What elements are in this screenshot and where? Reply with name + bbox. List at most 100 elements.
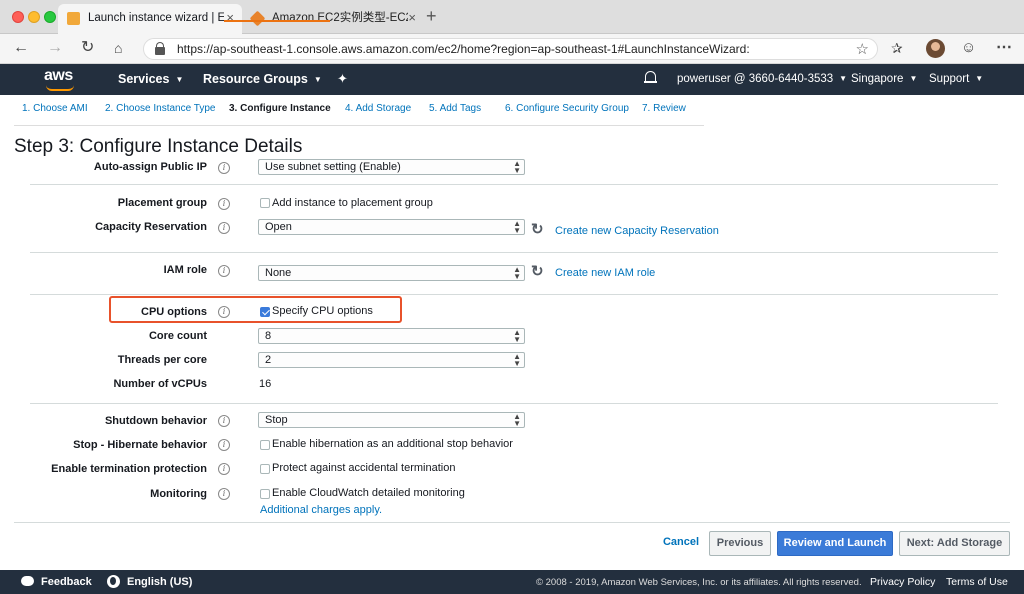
lock-icon <box>155 42 165 55</box>
threads-per-core-select[interactable]: 2 ▲ ▼ <box>258 352 525 368</box>
additional-charges-link[interactable]: Additional charges apply. <box>260 504 382 516</box>
browser-tab-ec2-types[interactable]: Amazon EC2实例类型-EC2虚拟 × <box>242 4 424 34</box>
info-icon[interactable]: i <box>218 306 230 318</box>
close-window-button[interactable] <box>12 11 24 23</box>
url-text: https://ap-southeast-1.console.aws.amazo… <box>177 42 750 56</box>
section-divider <box>30 294 998 295</box>
favorites-icon[interactable]: ✰ <box>891 39 903 57</box>
account-menu[interactable]: poweruser @ 3660-6440-3533 ▼ <box>677 73 847 85</box>
create-iam-role-link[interactable]: Create new IAM role <box>555 267 655 279</box>
core-count-select[interactable]: 8 ▲ ▼ <box>258 328 525 344</box>
public-ip-select[interactable]: Use subnet setting (Enable) ▲ ▼ <box>258 159 525 175</box>
vcpus-label: Number of vCPUs <box>113 378 207 390</box>
info-icon[interactable]: i <box>218 198 230 210</box>
hibernation-checkbox[interactable] <box>260 440 270 450</box>
language-selector[interactable]: English (US) <box>127 576 192 588</box>
close-tab-icon[interactable]: × <box>226 4 234 32</box>
maximize-window-button[interactable] <box>44 11 56 23</box>
browser-tab-launch-wizard[interactable]: Launch instance wizard | EC2 Ma × <box>58 4 242 34</box>
create-capacity-reservation-link[interactable]: Create new Capacity Reservation <box>555 225 719 237</box>
cancel-button[interactable]: Cancel <box>656 531 706 556</box>
step-choose-instance-type[interactable]: 2. Choose Instance Type <box>105 103 215 114</box>
tab-title: Amazon EC2实例类型-EC2虚拟 <box>272 12 408 24</box>
close-tab-icon[interactable]: × <box>408 4 416 32</box>
emoji-icon[interactable]: ☺ <box>961 39 976 57</box>
steps-divider <box>14 125 704 126</box>
feedback-link[interactable]: Feedback <box>41 576 92 588</box>
step-configure-security-group[interactable]: 6. Configure Security Group <box>505 103 629 114</box>
vcpus-value: 16 <box>259 378 272 390</box>
terms-of-use-link[interactable]: Terms of Use <box>946 576 1008 588</box>
forward-arrow-icon[interactable]: → <box>47 39 63 57</box>
step-configure-instance[interactable]: 3. Configure Instance <box>229 103 331 114</box>
privacy-policy-link[interactable]: Privacy Policy <box>870 576 935 588</box>
info-icon[interactable]: i <box>218 415 230 427</box>
select-arrows-icon: ▲ ▼ <box>513 219 521 235</box>
shutdown-behavior-select[interactable]: Stop ▲ ▼ <box>258 412 525 428</box>
info-icon[interactable]: i <box>218 162 230 174</box>
review-and-launch-button[interactable]: Review and Launch <box>777 531 893 556</box>
info-icon[interactable]: i <box>218 222 230 234</box>
resource-groups-menu[interactable]: Resource Groups ▼ <box>203 72 322 86</box>
notifications-bell-icon[interactable] <box>644 70 657 85</box>
feedback-bubble-icon <box>21 576 34 586</box>
previous-button[interactable]: Previous <box>709 531 771 556</box>
info-icon[interactable]: i <box>218 439 230 451</box>
aws-smile-icon <box>46 85 74 91</box>
core-count-label: Core count <box>148 330 207 342</box>
section-divider <box>30 403 998 404</box>
specify-cpu-options-label: Specify CPU options <box>272 305 373 317</box>
termination-protection-checkbox[interactable] <box>260 464 270 474</box>
aws-logo[interactable]: aws <box>44 67 78 91</box>
placement-group-checkbox-label: Add instance to placement group <box>272 197 433 209</box>
hibernate-behavior-label: Stop - Hibernate behavior <box>73 439 207 451</box>
specify-cpu-options-checkbox[interactable] <box>260 307 270 317</box>
reload-icon[interactable]: ↻ <box>81 39 94 57</box>
next-add-storage-button[interactable]: Next: Add Storage <box>899 531 1010 556</box>
termination-protection-checkbox-label: Protect against accidental termination <box>272 462 456 474</box>
minimize-window-button[interactable] <box>28 11 40 23</box>
info-icon[interactable]: i <box>218 488 230 500</box>
copyright-text: © 2008 - 2019, Amazon Web Services, Inc.… <box>536 577 862 588</box>
select-arrows-icon: ▲ ▼ <box>513 328 521 344</box>
step-add-tags[interactable]: 5. Add Tags <box>429 103 481 114</box>
back-arrow-icon[interactable]: ← <box>13 39 29 57</box>
refresh-icon[interactable]: ↻ <box>531 264 547 279</box>
select-arrows-icon: ▲ ▼ <box>513 412 521 428</box>
bookmark-star-icon[interactable]: ☆ <box>856 40 869 58</box>
home-icon[interactable]: ⌂ <box>114 39 122 57</box>
page-title: Step 3: Configure Instance Details <box>14 136 303 157</box>
step-add-storage[interactable]: 4. Add Storage <box>345 103 411 114</box>
info-icon[interactable]: i <box>218 463 230 475</box>
console-footer: Feedback English (US) © 2008 - 2019, Ama… <box>0 570 1024 594</box>
region-menu[interactable]: Singapore ▼ <box>851 73 917 85</box>
section-divider <box>30 184 998 185</box>
new-tab-button[interactable]: + <box>426 6 437 27</box>
capacity-reservation-select[interactable]: Open ▲ ▼ <box>258 219 525 235</box>
support-menu[interactable]: Support ▼ <box>929 73 983 85</box>
select-arrows-icon: ▲ ▼ <box>513 352 521 368</box>
address-bar[interactable]: https://ap-southeast-1.console.aws.amazo… <box>143 38 878 60</box>
browser-toolbar: ← → ↻ ⌂ https://ap-southeast-1.console.a… <box>0 34 1024 64</box>
pin-icon[interactable]: ✦ <box>337 71 348 87</box>
iam-role-select[interactable]: None ▲ ▼ <box>258 265 525 281</box>
placement-group-label: Placement group <box>117 197 207 209</box>
globe-icon <box>107 575 120 588</box>
info-icon[interactable]: i <box>218 265 230 277</box>
caret-down-icon: ▼ <box>175 75 184 84</box>
termination-protection-label: Enable termination protection <box>51 463 207 475</box>
refresh-icon[interactable]: ↻ <box>531 222 547 237</box>
monitoring-checkbox[interactable] <box>260 489 270 499</box>
footer-divider <box>14 522 1010 523</box>
active-step-indicator <box>224 20 330 22</box>
aws-console-header: aws Services ▼ Resource Groups ▼ ✦ powerus… <box>0 64 1024 95</box>
services-menu[interactable]: Services ▼ <box>118 72 183 86</box>
more-menu-icon[interactable]: ⋯ <box>996 39 1012 57</box>
step-choose-ami[interactable]: 1. Choose AMI <box>22 103 88 114</box>
placement-group-checkbox[interactable] <box>260 198 270 208</box>
caret-down-icon: ▼ <box>839 74 848 83</box>
step-review[interactable]: 7. Review <box>642 103 686 114</box>
caret-down-icon: ▼ <box>909 74 918 83</box>
browser-tab-bar: Launch instance wizard | EC2 Ma × Amazon… <box>0 0 1024 34</box>
profile-avatar[interactable] <box>926 39 945 58</box>
